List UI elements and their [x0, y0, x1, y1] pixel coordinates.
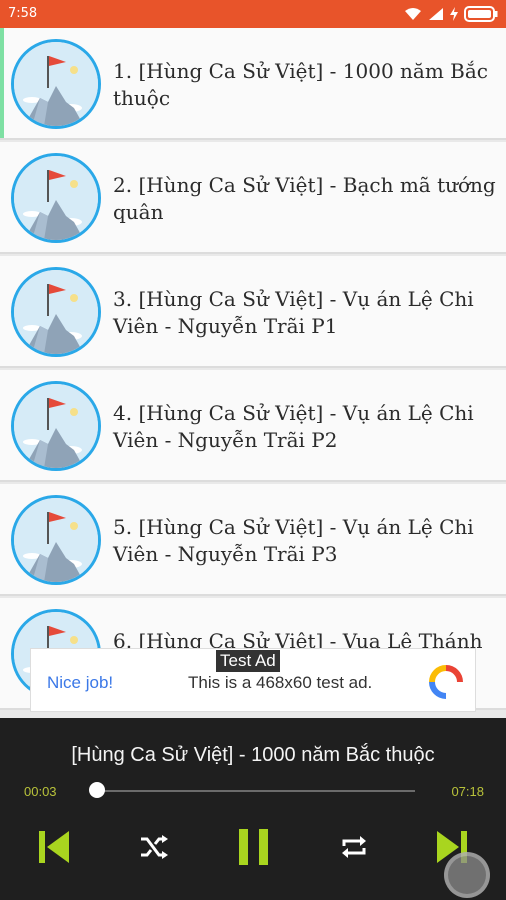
playlist: 1. [Hùng Ca Sử Việt] - 1000 năm Bắc thuộ… [0, 28, 506, 718]
skip-previous-icon [39, 831, 69, 863]
wifi-icon [405, 8, 421, 20]
playlist-item[interactable]: 4. [Hùng Ca Sử Việt] - Vụ án Lệ Chi Viên… [0, 370, 506, 482]
pause-button[interactable] [234, 826, 274, 868]
repeat-icon [342, 836, 366, 858]
status-time: 7:58 [8, 6, 38, 21]
shuffle-icon [141, 835, 168, 859]
charging-icon [450, 7, 458, 21]
signal-icon [429, 8, 443, 20]
status-bar: 7:58 [0, 0, 506, 28]
repeat-button[interactable] [334, 826, 374, 868]
now-playing-title: [Hùng Ca Sử Việt] - 1000 năm Bắc thuộc [71, 744, 435, 766]
playlist-item[interactable]: 3. [Hùng Ca Sử Việt] - Vụ án Lệ Chi Viên… [0, 256, 506, 368]
track-title: 4. [Hùng Ca Sử Việt] - Vụ án Lệ Chi Viên… [113, 401, 474, 452]
seek-bar[interactable] [95, 790, 415, 792]
track-thumbnail-icon [11, 495, 101, 585]
track-thumbnail-icon [11, 381, 101, 471]
current-time: 00:03 [24, 784, 57, 799]
shuffle-button[interactable] [134, 826, 174, 868]
floating-assistive-button[interactable] [444, 852, 490, 898]
playlist-item[interactable]: 1. [Hùng Ca Sử Việt] - 1000 năm Bắc thuộ… [0, 28, 506, 140]
pause-icon [239, 829, 268, 865]
ad-logo-icon [429, 665, 463, 699]
previous-button[interactable] [34, 826, 74, 868]
ad-text: This is a 468x60 test ad. [188, 673, 373, 692]
track-thumbnail-icon [11, 267, 101, 357]
seek-thumb[interactable] [89, 782, 106, 798]
track-thumbnail-icon [11, 153, 101, 243]
total-time: 07:18 [451, 784, 484, 799]
playlist-item[interactable]: 2. [Hùng Ca Sử Việt] - Bạch mã tướng quâ… [0, 142, 506, 254]
status-icons [404, 5, 498, 23]
track-title: 5. [Hùng Ca Sử Việt] - Vụ án Lệ Chi Viên… [113, 515, 474, 566]
track-title: 2. [Hùng Ca Sử Việt] - Bạch mã tướng quâ… [113, 173, 496, 224]
ad-nice-text: Nice job! [47, 673, 114, 692]
player-panel: [Hùng Ca Sử Việt] - 1000 năm Bắc thuộc 0… [0, 718, 506, 900]
track-title: 3. [Hùng Ca Sử Việt] - Vụ án Lệ Chi Viên… [113, 287, 474, 338]
battery-icon [464, 6, 498, 22]
track-title: 1. [Hùng Ca Sử Việt] - 1000 năm Bắc thuộ… [113, 59, 488, 110]
ad-tag: Test Ad [216, 650, 280, 672]
track-thumbnail-icon [11, 39, 101, 129]
playlist-item[interactable]: 5. [Hùng Ca Sử Việt] - Vụ án Lệ Chi Viên… [0, 484, 506, 596]
